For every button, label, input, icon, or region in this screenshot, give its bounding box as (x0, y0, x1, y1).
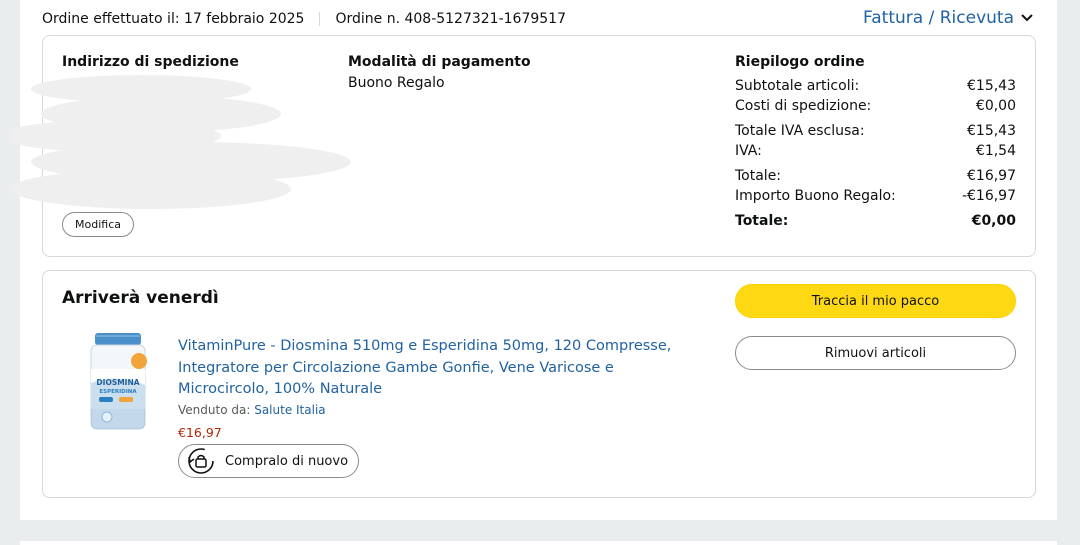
summary-row: IVA: €1,54 (735, 141, 1016, 161)
sold-by: Venduto da: Salute Italia (178, 403, 326, 417)
summary-label: IVA: (735, 143, 762, 159)
product-image[interactable]: DIOSMINA ESPERIDINA (87, 333, 149, 433)
bottle-label-text-1: DIOSMINA (96, 378, 139, 387)
invoice-link-label: Fattura / Ricevuta (863, 8, 1014, 28)
bottle-seal (101, 411, 113, 423)
order-summary: Riepilogo ordine Subtotale articoli: €15,… (735, 54, 1016, 231)
summary-value: €0,00 (971, 213, 1016, 229)
bottle-cap (95, 333, 141, 345)
remove-items-button[interactable]: Rimuovi articoli (735, 336, 1016, 370)
next-section-card (20, 541, 1057, 545)
edit-address-button[interactable]: Modifica (62, 212, 134, 237)
summary-row: Subtotale articoli: €15,43 (735, 76, 1016, 96)
order-date: Ordine effettuato il: 17 febbraio 2025 (42, 11, 305, 27)
sold-by-label: Venduto da: (178, 403, 251, 417)
summary-label: Costi di spedizione: (735, 98, 872, 114)
label-badge-orange (119, 397, 133, 402)
redacted-address (11, 75, 351, 209)
summary-row: Importo Buono Regalo: -€16,97 (735, 186, 1016, 206)
product-price: €16,97 (178, 425, 222, 440)
summary-label: Totale: (735, 213, 789, 229)
cap-ridge (96, 335, 140, 337)
summary-value: -€16,97 (961, 188, 1016, 204)
summary-grand-total-row: Totale: €0,00 (735, 211, 1016, 231)
product-title-link[interactable]: VitaminPure - Diosmina 510mg e Esperidin… (178, 336, 698, 401)
bottle-sticker (131, 353, 147, 369)
invoice-dropdown-link[interactable]: Fattura / Ricevuta (863, 8, 1034, 28)
buy-again-button[interactable]: Compralo di nuovo (178, 444, 359, 478)
chevron-down-icon (1021, 14, 1033, 22)
track-package-button[interactable]: Traccia il mio pacco (735, 284, 1016, 318)
shipping-address-title: Indirizzo di spedizione (62, 54, 239, 70)
order-number: Ordine n. 408-5127321-1679517 (335, 11, 566, 27)
buy-again-icon (188, 448, 214, 474)
order-summary-title: Riepilogo ordine (735, 54, 865, 70)
order-meta-bar: Ordine effettuato il: 17 febbraio 2025 O… (42, 11, 566, 27)
summary-value: €0,00 (975, 98, 1016, 114)
summary-row: Costi di spedizione: €0,00 (735, 96, 1016, 116)
summary-value: €16,97 (967, 168, 1016, 184)
label-badge-blue (99, 397, 113, 402)
bottle-label-text-2: ESPERIDINA (99, 389, 137, 395)
summary-label: Totale: (735, 168, 782, 184)
summary-label: Totale IVA esclusa: (735, 123, 865, 139)
edit-address-label: Modifica (75, 218, 121, 231)
remove-items-label: Rimuovi articoli (824, 345, 927, 361)
summary-row: Totale IVA esclusa: €15,43 (735, 121, 1016, 141)
summary-value: €15,43 (967, 78, 1016, 94)
payment-method-title: Modalità di pagamento (348, 54, 531, 70)
shipment-box: Arriverà venerdì Traccia il mio pacco Ri… (42, 270, 1036, 498)
order-details-box: Indirizzo di spedizione Modifica Modalit… (11, 35, 1036, 257)
summary-value: €1,54 (975, 143, 1016, 159)
seller-link[interactable]: Salute Italia (254, 403, 325, 417)
summary-value: €15,43 (967, 123, 1016, 139)
summary-label: Subtotale articoli: (735, 78, 860, 94)
payment-method-value: Buono Regalo (348, 75, 445, 91)
summary-label: Importo Buono Regalo: (735, 188, 896, 204)
arrival-heading: Arriverà venerdì (62, 288, 219, 308)
track-package-label: Traccia il mio pacco (811, 293, 940, 309)
buy-again-label: Compralo di nuovo (225, 453, 349, 469)
summary-row: Totale: €16,97 (735, 166, 1016, 186)
divider (319, 12, 321, 26)
